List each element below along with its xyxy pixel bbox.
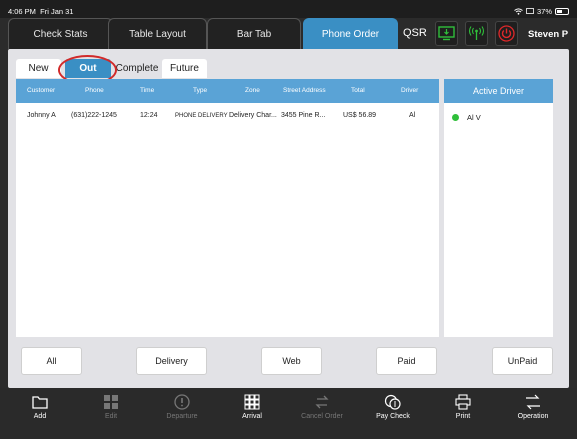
header-zone[interactable]: Zone <box>245 87 260 94</box>
edit-label: Edit <box>104 413 118 420</box>
filter-web-button[interactable]: Web <box>261 347 322 375</box>
cell-zone: Delivery Char... <box>229 112 277 119</box>
battery-percent: 37% <box>536 7 552 16</box>
user-name[interactable]: Steven P <box>528 29 568 40</box>
qsr-button[interactable]: QSR <box>403 27 427 39</box>
main-panel: New Out Complete Future Customer Phone T… <box>8 49 569 388</box>
filter-delivery-button[interactable]: Delivery <box>136 347 207 375</box>
arrival-label: Arrival <box>242 413 262 420</box>
exchange-icon <box>526 394 540 410</box>
header-total[interactable]: Total <box>351 87 365 94</box>
header-type[interactable]: Type <box>193 87 207 94</box>
swap-icon <box>315 395 329 409</box>
filter-paid-button[interactable]: Paid <box>376 347 437 375</box>
departure-button[interactable]: Departure <box>152 394 212 420</box>
tab-check-stats[interactable]: Check Stats <box>8 18 113 49</box>
cell-phone: (631)222-1245 <box>71 112 117 119</box>
cancel-order-button[interactable]: Cancel Order <box>292 394 352 420</box>
cell-customer: Johnny A <box>27 112 56 119</box>
status-bar: 4:06 PM Fri Jan 31 37% <box>0 0 577 18</box>
print-label: Print <box>455 413 471 420</box>
active-driver-panel: Active Driver Al V <box>444 79 553 337</box>
subtab-new[interactable]: New <box>16 59 61 78</box>
status-indicators: 37% <box>514 7 569 16</box>
header-street-address[interactable]: Street Address <box>283 87 326 94</box>
cell-type: PHONE DELIVERY <box>175 113 228 119</box>
arrival-button[interactable]: Arrival <box>222 394 282 420</box>
top-nav: Check Stats Table Layout Bar Tab Phone O… <box>0 18 577 49</box>
cell-driver: Al <box>409 112 416 119</box>
edit-grid-icon <box>104 395 118 409</box>
pay-check-button[interactable]: Pay Check <box>363 394 423 420</box>
orders-table: Customer Phone Time Type Zone Street Add… <box>16 79 439 337</box>
operation-label: Operation <box>517 413 549 420</box>
add-label: Add <box>33 413 47 420</box>
pay-check-label: Pay Check <box>376 413 410 420</box>
tab-phone-order[interactable]: Phone Order <box>303 18 398 49</box>
edit-button[interactable]: Edit <box>81 394 141 420</box>
operation-button[interactable]: Operation <box>503 394 563 420</box>
header-customer[interactable]: Customer <box>27 87 55 94</box>
printer-icon <box>455 394 471 410</box>
filter-all-button[interactable]: All <box>21 347 82 375</box>
add-button[interactable]: Add <box>10 394 70 420</box>
header-phone[interactable]: Phone <box>85 87 104 94</box>
alert-icon <box>174 394 190 410</box>
print-button[interactable]: Print <box>433 394 493 420</box>
cell-time: 12:24 <box>140 112 158 119</box>
tab-table-layout[interactable]: Table Layout <box>108 18 207 49</box>
coins-icon <box>384 394 401 410</box>
status-datetime: 4:06 PM Fri Jan 31 <box>8 7 73 16</box>
grid-icon <box>244 394 260 410</box>
table-header: Customer Phone Time Type Zone Street Add… <box>16 79 439 103</box>
bottom-toolbar: Add Edit Departure Arrival Cancel Order … <box>0 388 577 439</box>
status-time: 4:06 PM <box>8 7 36 16</box>
battery-icon <box>555 8 569 15</box>
tab-bar-tab[interactable]: Bar Tab <box>207 18 301 49</box>
driver-item[interactable]: Al V <box>452 113 481 122</box>
folder-icon <box>32 396 48 409</box>
header-driver[interactable]: Driver <box>401 87 418 94</box>
active-driver-title: Active Driver <box>444 79 553 103</box>
subtab-complete[interactable]: Complete <box>111 59 163 78</box>
power-icon[interactable] <box>495 21 518 46</box>
monitor-download-icon[interactable] <box>435 21 458 46</box>
header-time[interactable]: Time <box>140 87 154 94</box>
wifi-icon <box>514 8 523 15</box>
status-dot-icon <box>452 114 459 121</box>
screen-mirror-icon <box>526 8 534 14</box>
subtab-future[interactable]: Future <box>162 59 207 78</box>
cell-total: US$ 56.89 <box>343 112 377 119</box>
status-date: Fri Jan 31 <box>40 7 74 16</box>
cell-address: 3455 Pine R... <box>281 112 326 119</box>
departure-label: Departure <box>166 413 198 420</box>
cancel-order-label: Cancel Order <box>301 413 343 420</box>
broadcast-icon[interactable] <box>465 21 488 46</box>
filter-unpaid-button[interactable]: UnPaid <box>492 347 553 375</box>
driver-name: Al V <box>467 113 481 122</box>
